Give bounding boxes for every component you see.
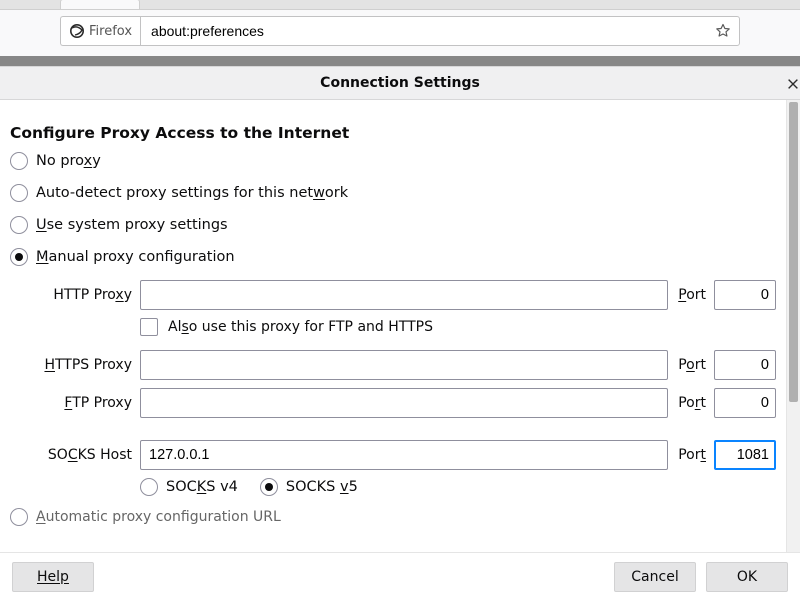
- radio-label: Use system proxy settings: [36, 217, 228, 233]
- cancel-button[interactable]: Cancel: [614, 562, 696, 592]
- radio-icon: [10, 508, 28, 526]
- url-bar[interactable]: [140, 16, 740, 46]
- tab-strip: [0, 0, 800, 10]
- radio-label: SOCKS v5: [286, 479, 358, 495]
- radio-icon: [10, 152, 28, 170]
- radio-label: Automatic proxy configuration URL: [36, 509, 281, 525]
- browser-toolbar: Firefox: [0, 10, 800, 56]
- radio-label: No proxy: [36, 153, 101, 169]
- http-port-label: Port: [674, 287, 708, 303]
- http-port-input[interactable]: [714, 280, 776, 310]
- https-proxy-label: HTTPS Proxy: [38, 357, 134, 373]
- ftp-port-label: Port: [674, 395, 708, 411]
- dialog-scrollbar[interactable]: [786, 100, 800, 552]
- radio-no-proxy[interactable]: No proxy: [10, 152, 776, 170]
- radio-icon: [10, 248, 28, 266]
- dialog-title: Connection Settings: [320, 75, 480, 91]
- http-proxy-input[interactable]: [140, 280, 668, 310]
- ftp-port-input[interactable]: [714, 388, 776, 418]
- ok-button[interactable]: OK: [706, 562, 788, 592]
- https-port-input[interactable]: [714, 350, 776, 380]
- radio-socks-v5[interactable]: SOCKS v5: [260, 478, 358, 496]
- dialog-title-bar: Connection Settings: [0, 66, 800, 100]
- ftp-proxy-row: FTP Proxy Port: [38, 388, 776, 418]
- dialog-body: Configure Proxy Access to the Internet N…: [0, 100, 786, 552]
- socks-host-label: SOCKS Host: [38, 447, 134, 463]
- socks-host-row: SOCKS Host Port: [38, 440, 776, 470]
- https-proxy-row: HTTPS Proxy Port: [38, 350, 776, 380]
- radio-label: SOCKS v4: [166, 479, 238, 495]
- content-backdrop-strip: [0, 56, 800, 66]
- radio-auto-config-url[interactable]: Automatic proxy configuration URL: [10, 508, 776, 526]
- ftp-proxy-input[interactable]: [140, 388, 668, 418]
- socks-host-input[interactable]: [140, 440, 668, 470]
- radio-auto-detect[interactable]: Auto-detect proxy settings for this netw…: [10, 184, 776, 202]
- connection-settings-dialog: Connection Settings Configure Proxy Acce…: [0, 66, 800, 600]
- socks-port-input[interactable]: [714, 440, 776, 470]
- radio-manual[interactable]: Manual proxy configuration: [10, 248, 776, 266]
- active-tab-hint: [60, 0, 140, 9]
- dialog-close-button[interactable]: [786, 67, 800, 101]
- radio-icon: [10, 216, 28, 234]
- radio-socks-v4[interactable]: SOCKS v4: [140, 478, 238, 496]
- firefox-icon: [69, 23, 85, 39]
- https-port-label: Port: [674, 357, 708, 373]
- radio-use-system[interactable]: Use system proxy settings: [10, 216, 776, 234]
- http-proxy-label: HTTP Proxy: [38, 287, 134, 303]
- checkbox-icon: [140, 318, 158, 336]
- scrollbar-thumb[interactable]: [789, 102, 798, 402]
- section-heading: Configure Proxy Access to the Internet: [10, 124, 776, 142]
- radio-icon: [140, 478, 158, 496]
- bookmark-star-icon[interactable]: [715, 23, 731, 39]
- identity-box[interactable]: Firefox: [60, 16, 140, 46]
- https-proxy-input[interactable]: [140, 350, 668, 380]
- identity-label: Firefox: [89, 24, 132, 39]
- radio-icon: [260, 478, 278, 496]
- http-proxy-row: HTTP Proxy Port: [38, 280, 776, 310]
- help-button[interactable]: Help: [12, 562, 94, 592]
- url-input[interactable]: [149, 22, 715, 40]
- radio-icon: [10, 184, 28, 202]
- socks-port-label: Port: [674, 447, 708, 463]
- ftp-proxy-label: FTP Proxy: [38, 395, 134, 411]
- also-use-row[interactable]: Also use this proxy for FTP and HTTPS: [140, 318, 776, 336]
- radio-label: Manual proxy configuration: [36, 249, 235, 265]
- also-use-label: Also use this proxy for FTP and HTTPS: [168, 319, 433, 335]
- dialog-footer: Help Cancel OK: [0, 552, 800, 600]
- radio-label: Auto-detect proxy settings for this netw…: [36, 185, 348, 201]
